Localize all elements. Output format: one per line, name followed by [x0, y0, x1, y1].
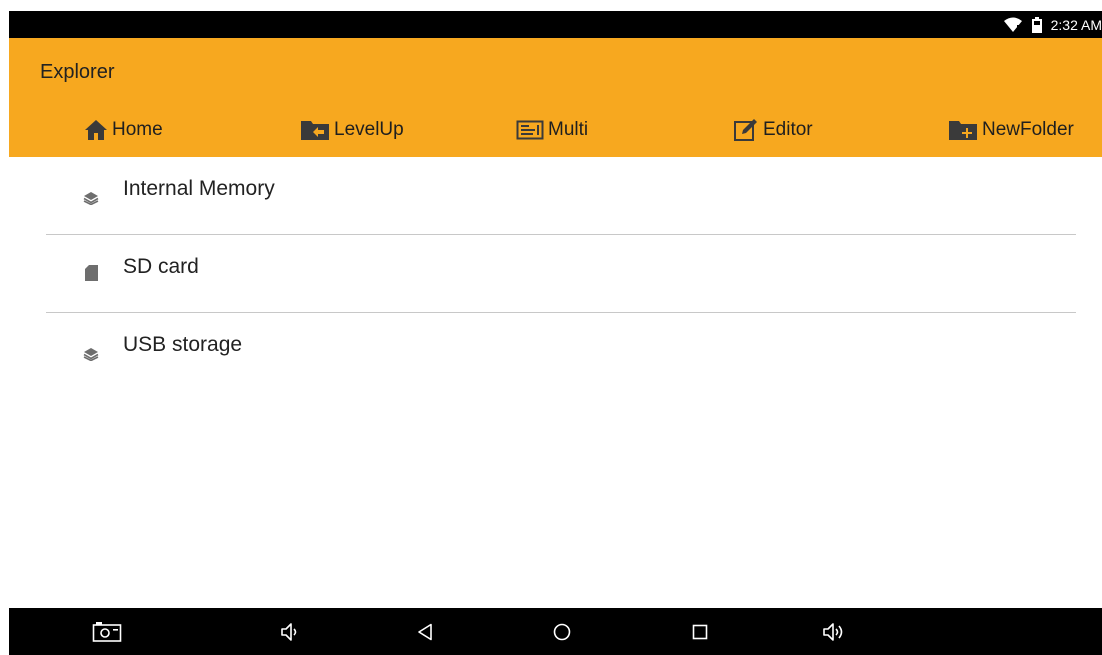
screenshot-button[interactable] [90, 608, 124, 655]
levelup-button-label: LevelUp [334, 119, 404, 140]
back-button[interactable] [412, 608, 438, 655]
list-item-label: SD card [123, 255, 199, 278]
list-item-usb-storage[interactable]: USB storage [46, 313, 1076, 390]
action-bar: Explorer Home LevelUp Multi Editor NewFo… [9, 38, 1102, 157]
storage-list: Internal Memory SD card USB storage [46, 157, 1076, 390]
status-time: 2:32 AM [1050, 16, 1102, 33]
volume-up-button[interactable] [818, 608, 852, 655]
layers-icon [83, 347, 99, 361]
list-item-internal-memory[interactable]: Internal Memory [46, 157, 1076, 235]
home-button-label: Home [112, 119, 163, 140]
recents-icon [692, 624, 708, 640]
home-icon [84, 119, 108, 141]
volume-up-icon [822, 622, 848, 642]
status-bar: 2:32 AM [9, 11, 1102, 38]
list-item-label: Internal Memory [123, 177, 275, 200]
wifi-icon [1003, 17, 1023, 33]
sd-card-icon [85, 265, 98, 281]
layers-icon [83, 191, 99, 205]
new-folder-icon [948, 119, 978, 141]
levelup-button[interactable]: LevelUp [300, 117, 404, 143]
app-title: Explorer [40, 61, 115, 83]
status-icons: 2:32 AM [1003, 11, 1102, 38]
home-button[interactable]: Home [84, 117, 163, 143]
folder-up-icon [300, 119, 330, 141]
multi-button-label: Multi [548, 119, 589, 140]
multi-button[interactable]: Multi [516, 117, 588, 143]
home-nav-button[interactable] [548, 608, 576, 655]
newfolder-button-label: NewFolder [982, 119, 1074, 140]
editor-button-label: Editor [763, 119, 813, 140]
list-item-sd-card[interactable]: SD card [46, 235, 1076, 313]
back-icon [417, 623, 433, 641]
recents-button[interactable] [686, 608, 714, 655]
screenshot-icon [92, 621, 122, 643]
navigation-bar [9, 608, 1102, 655]
battery-icon [1031, 16, 1043, 33]
list-item-label: USB storage [123, 333, 243, 356]
editor-button[interactable]: Editor [733, 117, 813, 143]
edit-icon [733, 118, 759, 142]
home-circle-icon [553, 623, 571, 641]
newfolder-button[interactable]: NewFolder [948, 117, 1074, 143]
volume-down-icon [280, 622, 300, 642]
multi-select-icon [516, 120, 544, 140]
volume-down-button[interactable] [275, 608, 305, 655]
